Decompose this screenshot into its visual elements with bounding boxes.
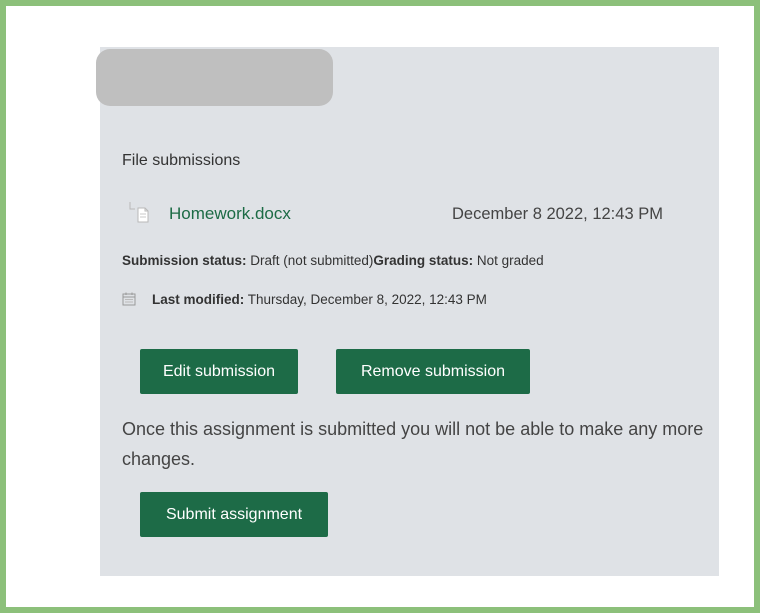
redacted-header [96,49,333,106]
calendar-icon [122,292,136,306]
submit-assignment-button[interactable]: Submit assignment [140,492,328,537]
file-date: December 8 2022, 12:43 PM [452,205,663,223]
grading-status-label: Grading status: [373,253,474,268]
last-modified-label: Last modified: [152,292,245,307]
status-line: Submission status: Draft (not submitted)… [122,253,544,268]
edit-submission-button[interactable]: Edit submission [140,349,298,394]
last-modified-value: Thursday, December 8, 2022, 12:43 PM [247,292,487,307]
submission-status-value: Draft (not submitted) [250,253,374,268]
file-submissions-label: File submissions [122,152,241,169]
submit-notice: Once this assignment is submitted you wi… [122,419,704,469]
remove-submission-button[interactable]: Remove submission [336,349,530,394]
file-link-homework[interactable]: Homework.docx [169,204,291,224]
last-modified-line: Last modified: Thursday, December 8, 202… [152,292,487,307]
grading-status-value: Not graded [476,253,544,268]
submission-status-label: Submission status: [122,253,247,268]
file-tree-icon [128,201,152,225]
